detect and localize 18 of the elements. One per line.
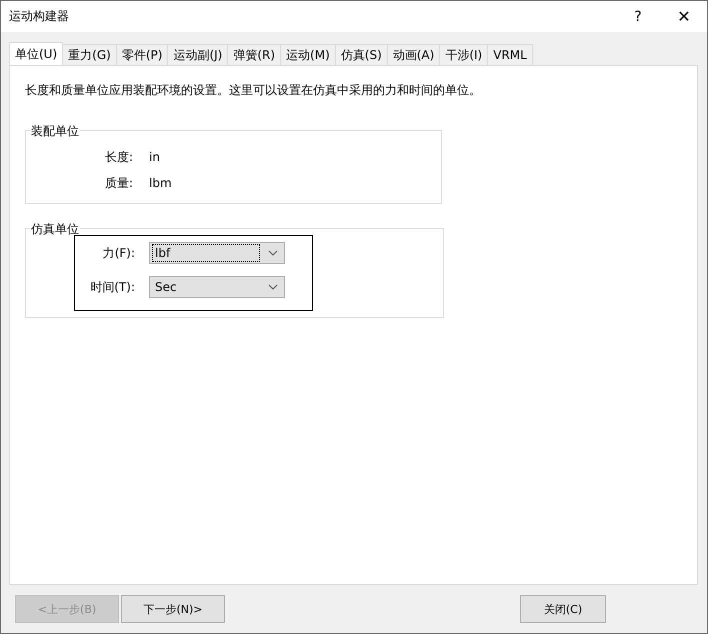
dialog-button[interactable]: 下一步(N)> (121, 595, 225, 623)
description-text: 长度和质量单位应用装配环境的设置。这里可以设置在仿真中采用的力和时间的单位。 (25, 82, 482, 99)
unit-dropdown[interactable]: lbf (149, 242, 285, 264)
unit-value: lbm (149, 176, 172, 190)
group-title: 仿真单位 (30, 221, 80, 238)
chevron-down-icon (268, 250, 278, 256)
unit-value: in (149, 150, 160, 164)
group-title: 装配单位 (30, 123, 80, 140)
field-label: 力(F): (102, 244, 135, 262)
field-label: 质量: (104, 174, 133, 192)
field-label: 时间(T): (89, 278, 135, 296)
field-label: 长度: (104, 148, 133, 166)
tab[interactable]: VRML (487, 44, 533, 65)
tab[interactable]: 单位(U) (9, 42, 64, 65)
window-title: 运动构建器 (9, 8, 70, 25)
unit-dropdown[interactable]: Sec (149, 276, 285, 298)
chevron-down-icon (268, 284, 278, 290)
dialog-button[interactable]: 关闭(C) (520, 595, 606, 623)
